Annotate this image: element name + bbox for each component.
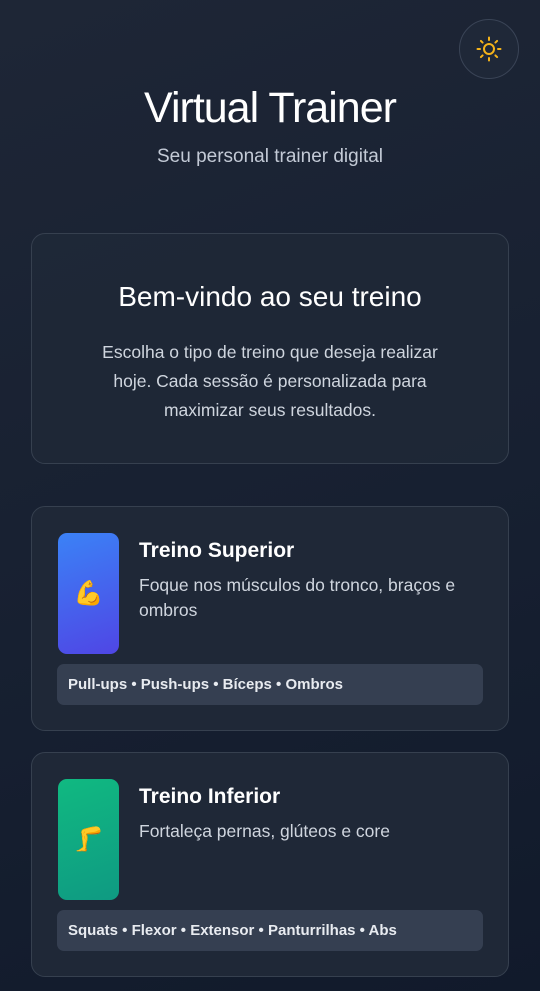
- exercise-list: Pull-ups • Push-ups • Bíceps • Ombros: [57, 664, 483, 705]
- workout-title: Treino Superior: [139, 539, 295, 562]
- flexed-biceps-icon: 💪: [58, 533, 119, 654]
- workout-card-upper[interactable]: 💪 Treino Superior Foque nos músculos do …: [31, 506, 509, 731]
- workout-description: Fortaleça pernas, glúteos e core: [139, 821, 390, 841]
- workout-title: Treino Inferior: [139, 785, 281, 808]
- workout-card-lower[interactable]: 🦵 Treino Inferior Fortaleça pernas, glút…: [31, 752, 509, 977]
- app-subtitle: Seu personal trainer digital: [156, 146, 384, 167]
- welcome-title: Bem-vindo ao seu treino: [118, 281, 422, 312]
- theme-toggle-button[interactable]: [459, 19, 519, 79]
- app-title: Virtual Trainer: [144, 84, 397, 132]
- welcome-card: Bem-vindo ao seu treino Escolha o tipo d…: [31, 233, 509, 464]
- exercise-list: Squats • Flexor • Extensor • Panturrilha…: [57, 910, 483, 951]
- sun-icon: [476, 36, 502, 62]
- workout-description: Foque nos músculos do tronco, braços e o…: [139, 575, 456, 620]
- leg-icon: 🦵: [58, 779, 119, 900]
- welcome-text: Escolha o tipo de treino que deseja real…: [102, 342, 438, 420]
